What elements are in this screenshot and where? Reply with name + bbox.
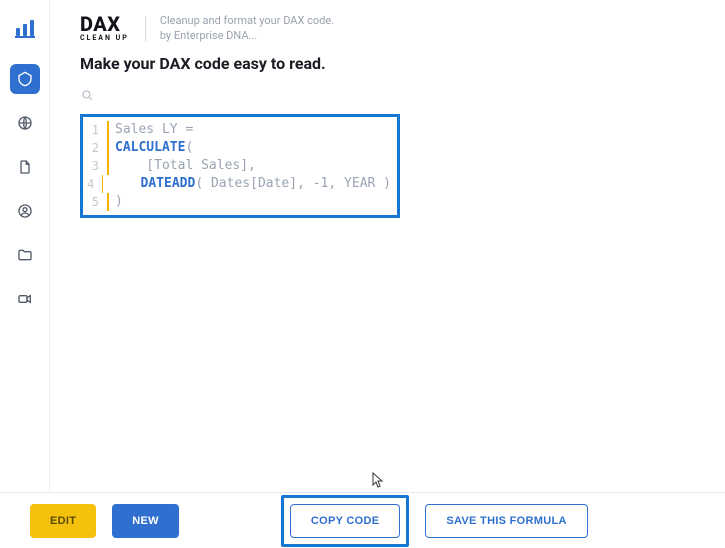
code-line: 3 [Total Sales],: [87, 157, 391, 175]
footer-bar: EDIT NEW COPY CODE SAVE THIS FORMULA: [0, 492, 725, 548]
code-line: 4 DATEADD( Dates[Date], -1, YEAR ): [87, 175, 391, 193]
tagline-line1: Cleanup and format your DAX code.: [160, 14, 334, 29]
save-formula-button[interactable]: SAVE THIS FORMULA: [425, 504, 587, 538]
brand-divider: [145, 16, 146, 42]
sidebar-item-web[interactable]: [10, 108, 40, 138]
sidebar-item-video[interactable]: [10, 284, 40, 314]
new-button[interactable]: NEW: [112, 504, 179, 538]
code-text: Sales LY =: [115, 121, 193, 139]
search-row[interactable]: [80, 87, 695, 106]
tagline: Cleanup and format your DAX code. by Ent…: [160, 14, 334, 44]
gutter-rule: [107, 139, 109, 157]
code-line: 1 Sales LY =: [87, 121, 391, 139]
gutter-rule: [107, 121, 109, 139]
code-text: ): [115, 193, 123, 211]
sidebar-item-account[interactable]: [10, 196, 40, 226]
sidebar-item-cleanup[interactable]: [10, 64, 40, 94]
code-line: 2 CALCULATE(: [87, 139, 391, 157]
gutter-rule: [107, 157, 109, 175]
search-icon: [80, 87, 96, 103]
header: DAX CLEAN UP Cleanup and format your DAX…: [80, 14, 695, 44]
app-logo-icon: [13, 16, 37, 40]
code-editor[interactable]: 1Sales LY =2CALCULATE(3 [Total Sales],4 …: [80, 114, 400, 218]
copy-code-highlight: COPY CODE: [281, 495, 410, 547]
sidebar-item-document[interactable]: [10, 152, 40, 182]
brand-sub: CLEAN UP: [80, 35, 131, 42]
gutter-rule: [102, 175, 103, 193]
code-line: 5): [87, 193, 391, 211]
copy-code-button[interactable]: COPY CODE: [290, 504, 401, 538]
tagline-line2: by Enterprise DNA...: [160, 29, 334, 44]
brand: DAX CLEAN UP: [80, 14, 131, 42]
line-number: 2: [87, 139, 103, 157]
line-number: 3: [87, 157, 103, 175]
line-number: 1: [87, 121, 103, 139]
line-number: 4: [87, 175, 98, 193]
main-area: DAX CLEAN UP Cleanup and format your DAX…: [50, 0, 725, 548]
page-title: Make your DAX code easy to read.: [80, 54, 695, 73]
edit-button[interactable]: EDIT: [30, 504, 96, 538]
sidebar-item-folder[interactable]: [10, 240, 40, 270]
brand-name: DAX: [80, 14, 131, 34]
line-number: 5: [87, 193, 103, 211]
code-text: CALCULATE(: [115, 139, 193, 157]
code-text: [Total Sales],: [115, 157, 256, 175]
gutter-rule: [107, 193, 109, 211]
sidebar: [0, 0, 50, 548]
code-text: DATEADD( Dates[Date], -1, YEAR ): [109, 175, 391, 193]
